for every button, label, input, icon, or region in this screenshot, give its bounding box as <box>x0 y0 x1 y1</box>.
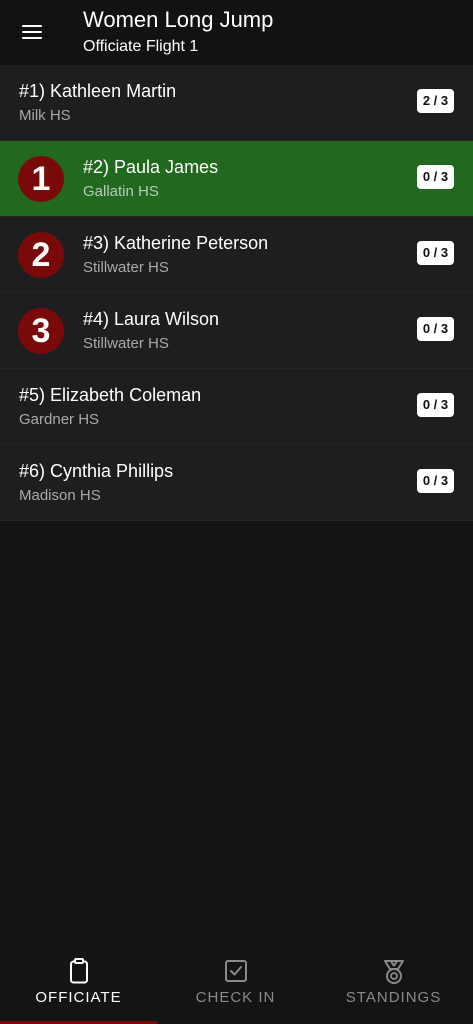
attempts-badge: 0 / 3 <box>417 241 454 265</box>
nav-officiate[interactable]: OFFICIATE <box>0 946 157 1024</box>
attempts-badge: 0 / 3 <box>417 393 454 417</box>
attempts-badge: 0 / 3 <box>417 165 454 189</box>
nav-label: CHECK IN <box>195 989 276 1006</box>
hamburger-menu-icon[interactable] <box>20 22 44 42</box>
athlete-name: #4) Laura Wilson <box>83 309 220 329</box>
page-subtitle: Officiate Flight 1 <box>83 38 199 55</box>
rank-badge: 1 <box>18 156 64 202</box>
athlete-row-5[interactable]: #5) Elizabeth Coleman Gardner HS 0 / 3 <box>0 369 473 445</box>
athlete-list: #1) Kathleen Martin Milk HS 2 / 3 1 #2) … <box>0 65 473 521</box>
athlete-row-1[interactable]: #1) Kathleen Martin Milk HS 2 / 3 <box>0 65 473 141</box>
medal-icon <box>383 960 404 984</box>
athlete-school: Gallatin HS <box>83 183 159 200</box>
attempts-badge: 0 / 3 <box>417 469 454 493</box>
nav-label: OFFICIATE <box>35 989 122 1006</box>
athlete-name: #3) Katherine Peterson <box>83 233 269 253</box>
athlete-name: #1) Kathleen Martin <box>19 81 177 101</box>
athlete-school: Milk HS <box>19 107 71 124</box>
checkbox-icon <box>224 960 247 982</box>
athlete-name: #2) Paula James <box>83 157 219 177</box>
athlete-row-3[interactable]: 2 #3) Katherine Peterson Stillwater HS 0… <box>0 217 473 293</box>
attempts-badge: 2 / 3 <box>417 89 454 113</box>
clipboard-icon <box>69 958 88 984</box>
athlete-school: Madison HS <box>19 487 101 504</box>
rank-badge: 3 <box>18 308 64 354</box>
app-header: Women Long Jump Officiate Flight 1 <box>0 0 473 65</box>
page-title: Women Long Jump <box>83 7 274 32</box>
attempts-badge: 0 / 3 <box>417 317 454 341</box>
bottom-navigation: OFFICIATE CHECK IN STANDINGS <box>0 946 473 1024</box>
athlete-name: #6) Cynthia Phillips <box>19 461 174 481</box>
athlete-school: Stillwater HS <box>83 335 169 352</box>
nav-check-in[interactable]: CHECK IN <box>157 946 314 1024</box>
nav-standings[interactable]: STANDINGS <box>314 946 473 1024</box>
athlete-row-2[interactable]: 1 #2) Paula James Gallatin HS 0 / 3 <box>0 141 473 217</box>
athlete-row-4[interactable]: 3 #4) Laura Wilson Stillwater HS 0 / 3 <box>0 293 473 369</box>
athlete-school: Stillwater HS <box>83 259 169 276</box>
athlete-school: Gardner HS <box>19 411 100 428</box>
rank-badge: 2 <box>18 232 64 278</box>
app-root: Women Long Jump Officiate Flight 1 #1) K… <box>0 0 473 1024</box>
athlete-name: #5) Elizabeth Coleman <box>19 385 202 405</box>
nav-label: STANDINGS <box>345 989 442 1006</box>
athlete-row-6[interactable]: #6) Cynthia Phillips Madison HS 0 / 3 <box>0 445 473 521</box>
